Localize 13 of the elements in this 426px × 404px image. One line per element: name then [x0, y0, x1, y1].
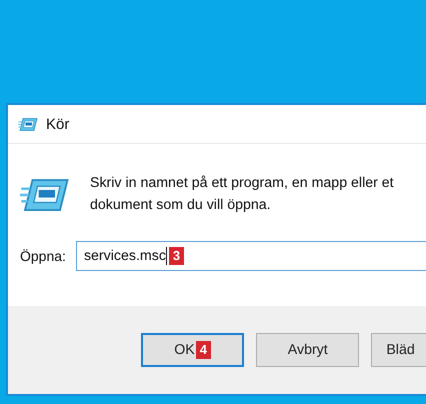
app-icon [18, 116, 38, 132]
window-title: Kör [46, 116, 70, 132]
field-value: services.msc [84, 248, 166, 264]
input-field[interactable]: services.msc 3 [76, 241, 426, 271]
dialog-button[interactable]: OK 4 [141, 333, 244, 367]
dialog-button[interactable]: Avbryt [256, 333, 360, 367]
step-badge: 4 [196, 341, 211, 359]
prompt-text: Skriv in namnet på ett program, en mapp eller et dokument som du vill öppna. [90, 174, 394, 215]
dialog-button[interactable]: Bläd [371, 333, 426, 367]
text-cursor [166, 247, 167, 265]
step-badge: 3 [168, 247, 184, 265]
field-label: Öppna: [20, 248, 66, 264]
run-icon [20, 176, 70, 214]
